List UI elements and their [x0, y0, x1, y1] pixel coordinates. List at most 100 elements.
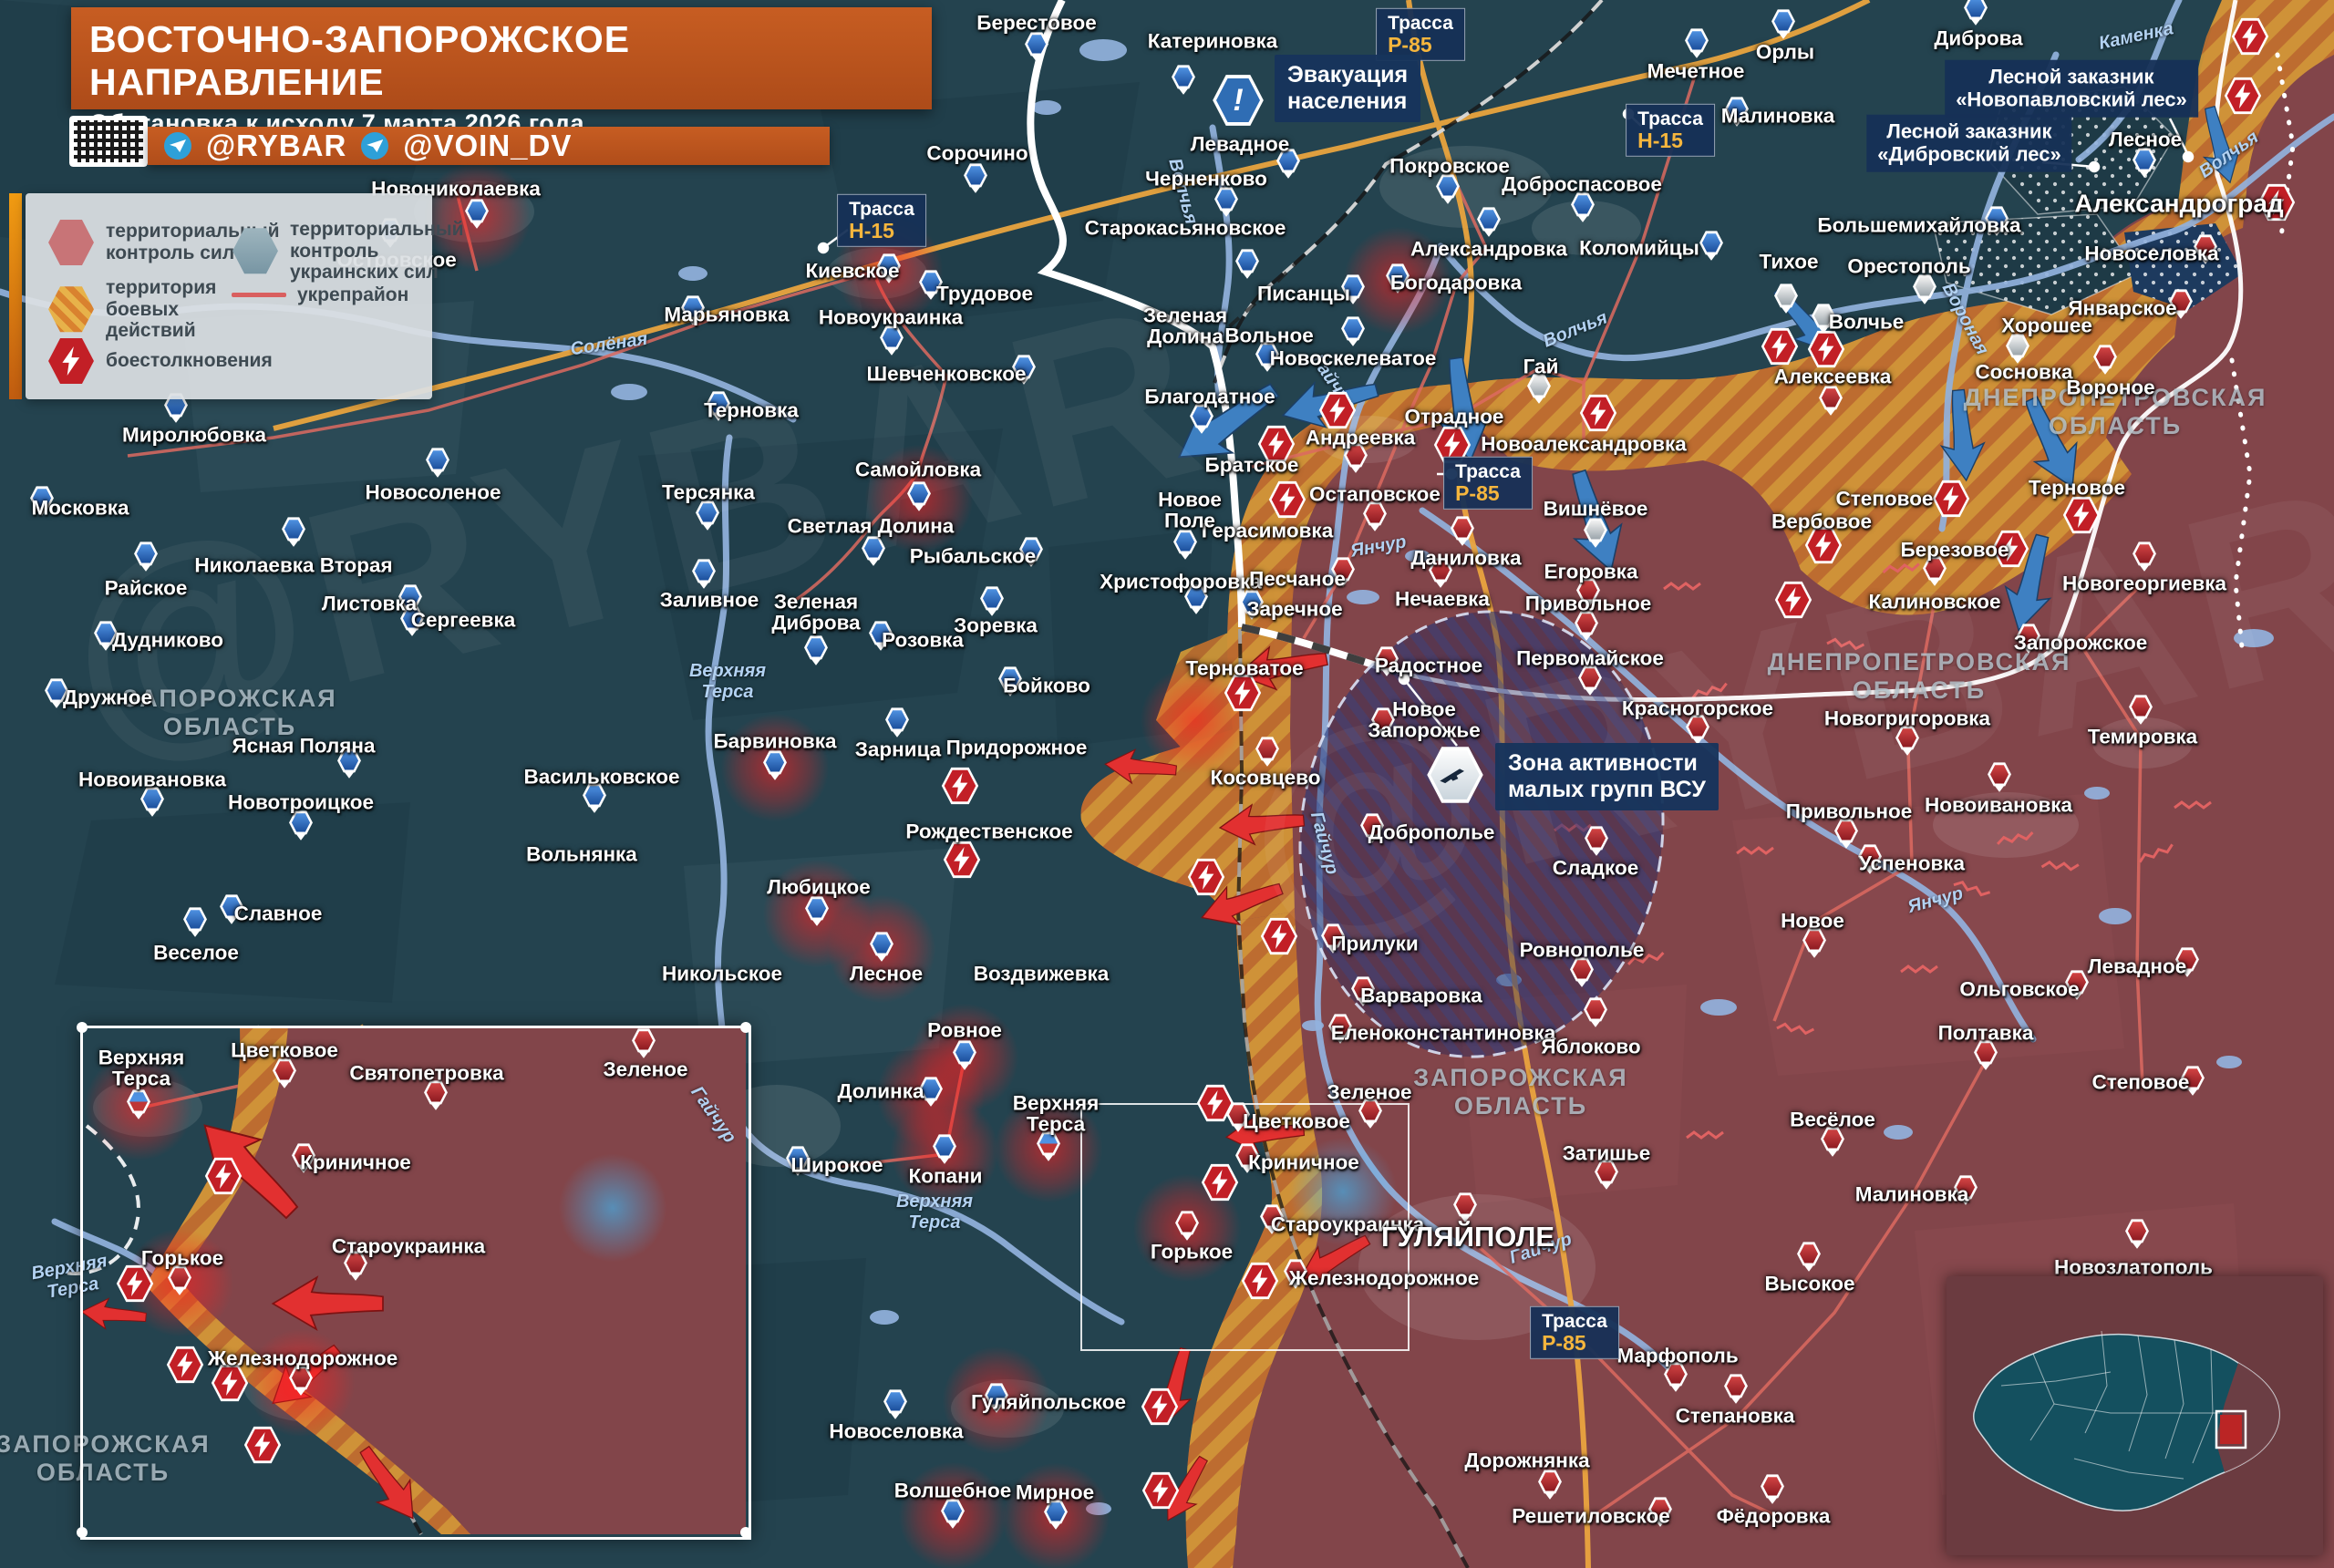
town-marker: [1834, 819, 1859, 849]
town-marker: [2175, 947, 2200, 977]
town-marker: [1190, 404, 1214, 434]
river-label: Верхняя Терса: [689, 661, 766, 703]
legend-clash-label: боестолкновения: [106, 350, 273, 372]
town-marker: [1724, 1374, 1749, 1404]
town-marker: [1771, 9, 1796, 39]
legend-rf-icon: [47, 219, 95, 266]
town-marker: [1664, 1362, 1689, 1392]
town-marker: [140, 787, 165, 817]
clash-icon: [2224, 77, 2262, 115]
town-marker: [583, 783, 607, 813]
town-marker: [134, 542, 159, 572]
channel-handle: @RYBAR: [206, 129, 346, 163]
town-marker: [1477, 207, 1502, 237]
evacuation-callout: Эвакуация населения: [1275, 55, 1420, 122]
town-marker: [337, 748, 362, 779]
town-marker: [183, 907, 208, 937]
town-marker: [2133, 542, 2157, 572]
legend-combat-icon: [47, 285, 95, 333]
town-marker: [2125, 1219, 2150, 1249]
map-title: ВОСТОЧНО-ЗАПОРОЖСКОЕ НАПРАВЛЕНИЕ: [89, 18, 914, 104]
town-marker: [1360, 813, 1385, 843]
town-marker: [1802, 928, 1827, 958]
town-marker: [786, 1146, 811, 1176]
clash-icon: [1260, 917, 1298, 955]
town-marker: [2065, 970, 2090, 1000]
town-marker: [1255, 737, 1280, 767]
clash-icon: [1141, 1387, 1179, 1426]
town-marker: [1386, 263, 1410, 294]
legend-ua-icon: [232, 227, 279, 274]
road-label-title: Трасса: [1542, 1311, 1607, 1332]
town-marker: [400, 606, 425, 636]
town-marker: [1173, 530, 1198, 560]
town-marker: [1284, 1259, 1308, 1289]
qr-code: [69, 116, 148, 167]
clash-icon: [1187, 858, 1225, 896]
town-marker: [1341, 274, 1366, 304]
clash-icon: [1774, 581, 1812, 619]
road-label: ТрассаР-85: [1443, 457, 1533, 510]
town-marker: [1538, 1470, 1563, 1500]
town-marker: [30, 486, 55, 516]
town-marker: [1276, 149, 1301, 179]
town-marker: [2129, 695, 2153, 725]
clash-icon: [1268, 480, 1306, 519]
town-marker: [1648, 1497, 1673, 1527]
town-marker: [1172, 65, 1196, 95]
town-marker: [2169, 289, 2194, 319]
town-marker: [1761, 1474, 1785, 1504]
town-marker: [2006, 334, 2030, 364]
legend-clash-icon: [47, 337, 95, 385]
town-marker: [2017, 624, 2041, 654]
frame-dot: [77, 1022, 88, 1033]
town-marker: [1037, 1131, 1061, 1161]
town-marker: [907, 481, 932, 511]
town-marker: [465, 199, 490, 229]
region-label: ЗАПОРОЖСКАЯ ОБЛАСТЬ: [122, 685, 336, 741]
clash-icon: [1807, 330, 1845, 368]
region-label: ЗАПОРОЖСКАЯ ОБЛАСТЬ: [1413, 1064, 1627, 1120]
town-marker: [763, 750, 788, 780]
clash-icon: [2231, 17, 2269, 56]
town-marker: [1985, 206, 2009, 236]
town-marker: [426, 448, 450, 478]
clash-icon: [943, 841, 981, 879]
town-marker: [1686, 715, 1710, 745]
channel-handle: @VOIN_DV: [403, 129, 572, 163]
town-marker: [1358, 1099, 1383, 1129]
road-label-number: Р-85: [1388, 34, 1453, 57]
telegram-icon: [361, 132, 388, 160]
clash-icon: [1224, 674, 1262, 712]
town-marker: [880, 325, 904, 356]
town-marker: [1774, 284, 1799, 314]
town-marker: [1044, 1500, 1069, 1530]
legend-ua-label: территориальный контроль украинских сил: [290, 219, 464, 284]
town-marker: [2194, 234, 2218, 264]
clash-icon: [1196, 1084, 1234, 1122]
town-marker: [1451, 516, 1475, 546]
town-marker: [1988, 762, 2012, 792]
town-marker: [941, 1499, 966, 1529]
town-marker: [1575, 611, 1599, 641]
frame-dot: [740, 1022, 751, 1033]
town-marker: [1821, 1127, 1845, 1157]
town-marker: [1321, 923, 1346, 954]
town-marker: [45, 678, 69, 708]
clash-icon: [2062, 496, 2101, 534]
town-marker: [1595, 1160, 1619, 1190]
town-marker: [1974, 1040, 1998, 1070]
town-marker: [282, 517, 306, 547]
road-label: ТрассаН-15: [1626, 104, 1715, 157]
town-marker: [1585, 826, 1609, 856]
town-marker: [1685, 28, 1709, 58]
town-marker: [1699, 231, 1724, 261]
title-block: ВОСТОЧНО-ЗАПОРОЖСКОЕ НАПРАВЛЕНИЕ Обстано…: [71, 7, 932, 109]
town-marker: [1571, 192, 1596, 222]
town-marker: [1584, 518, 1608, 548]
road-label: ТрассаР-85: [1376, 8, 1465, 61]
town-marker: [885, 707, 910, 738]
town-marker: [1578, 665, 1603, 696]
road-label-number: Н-15: [1637, 129, 1703, 152]
road-label-number: Н-15: [849, 220, 914, 242]
